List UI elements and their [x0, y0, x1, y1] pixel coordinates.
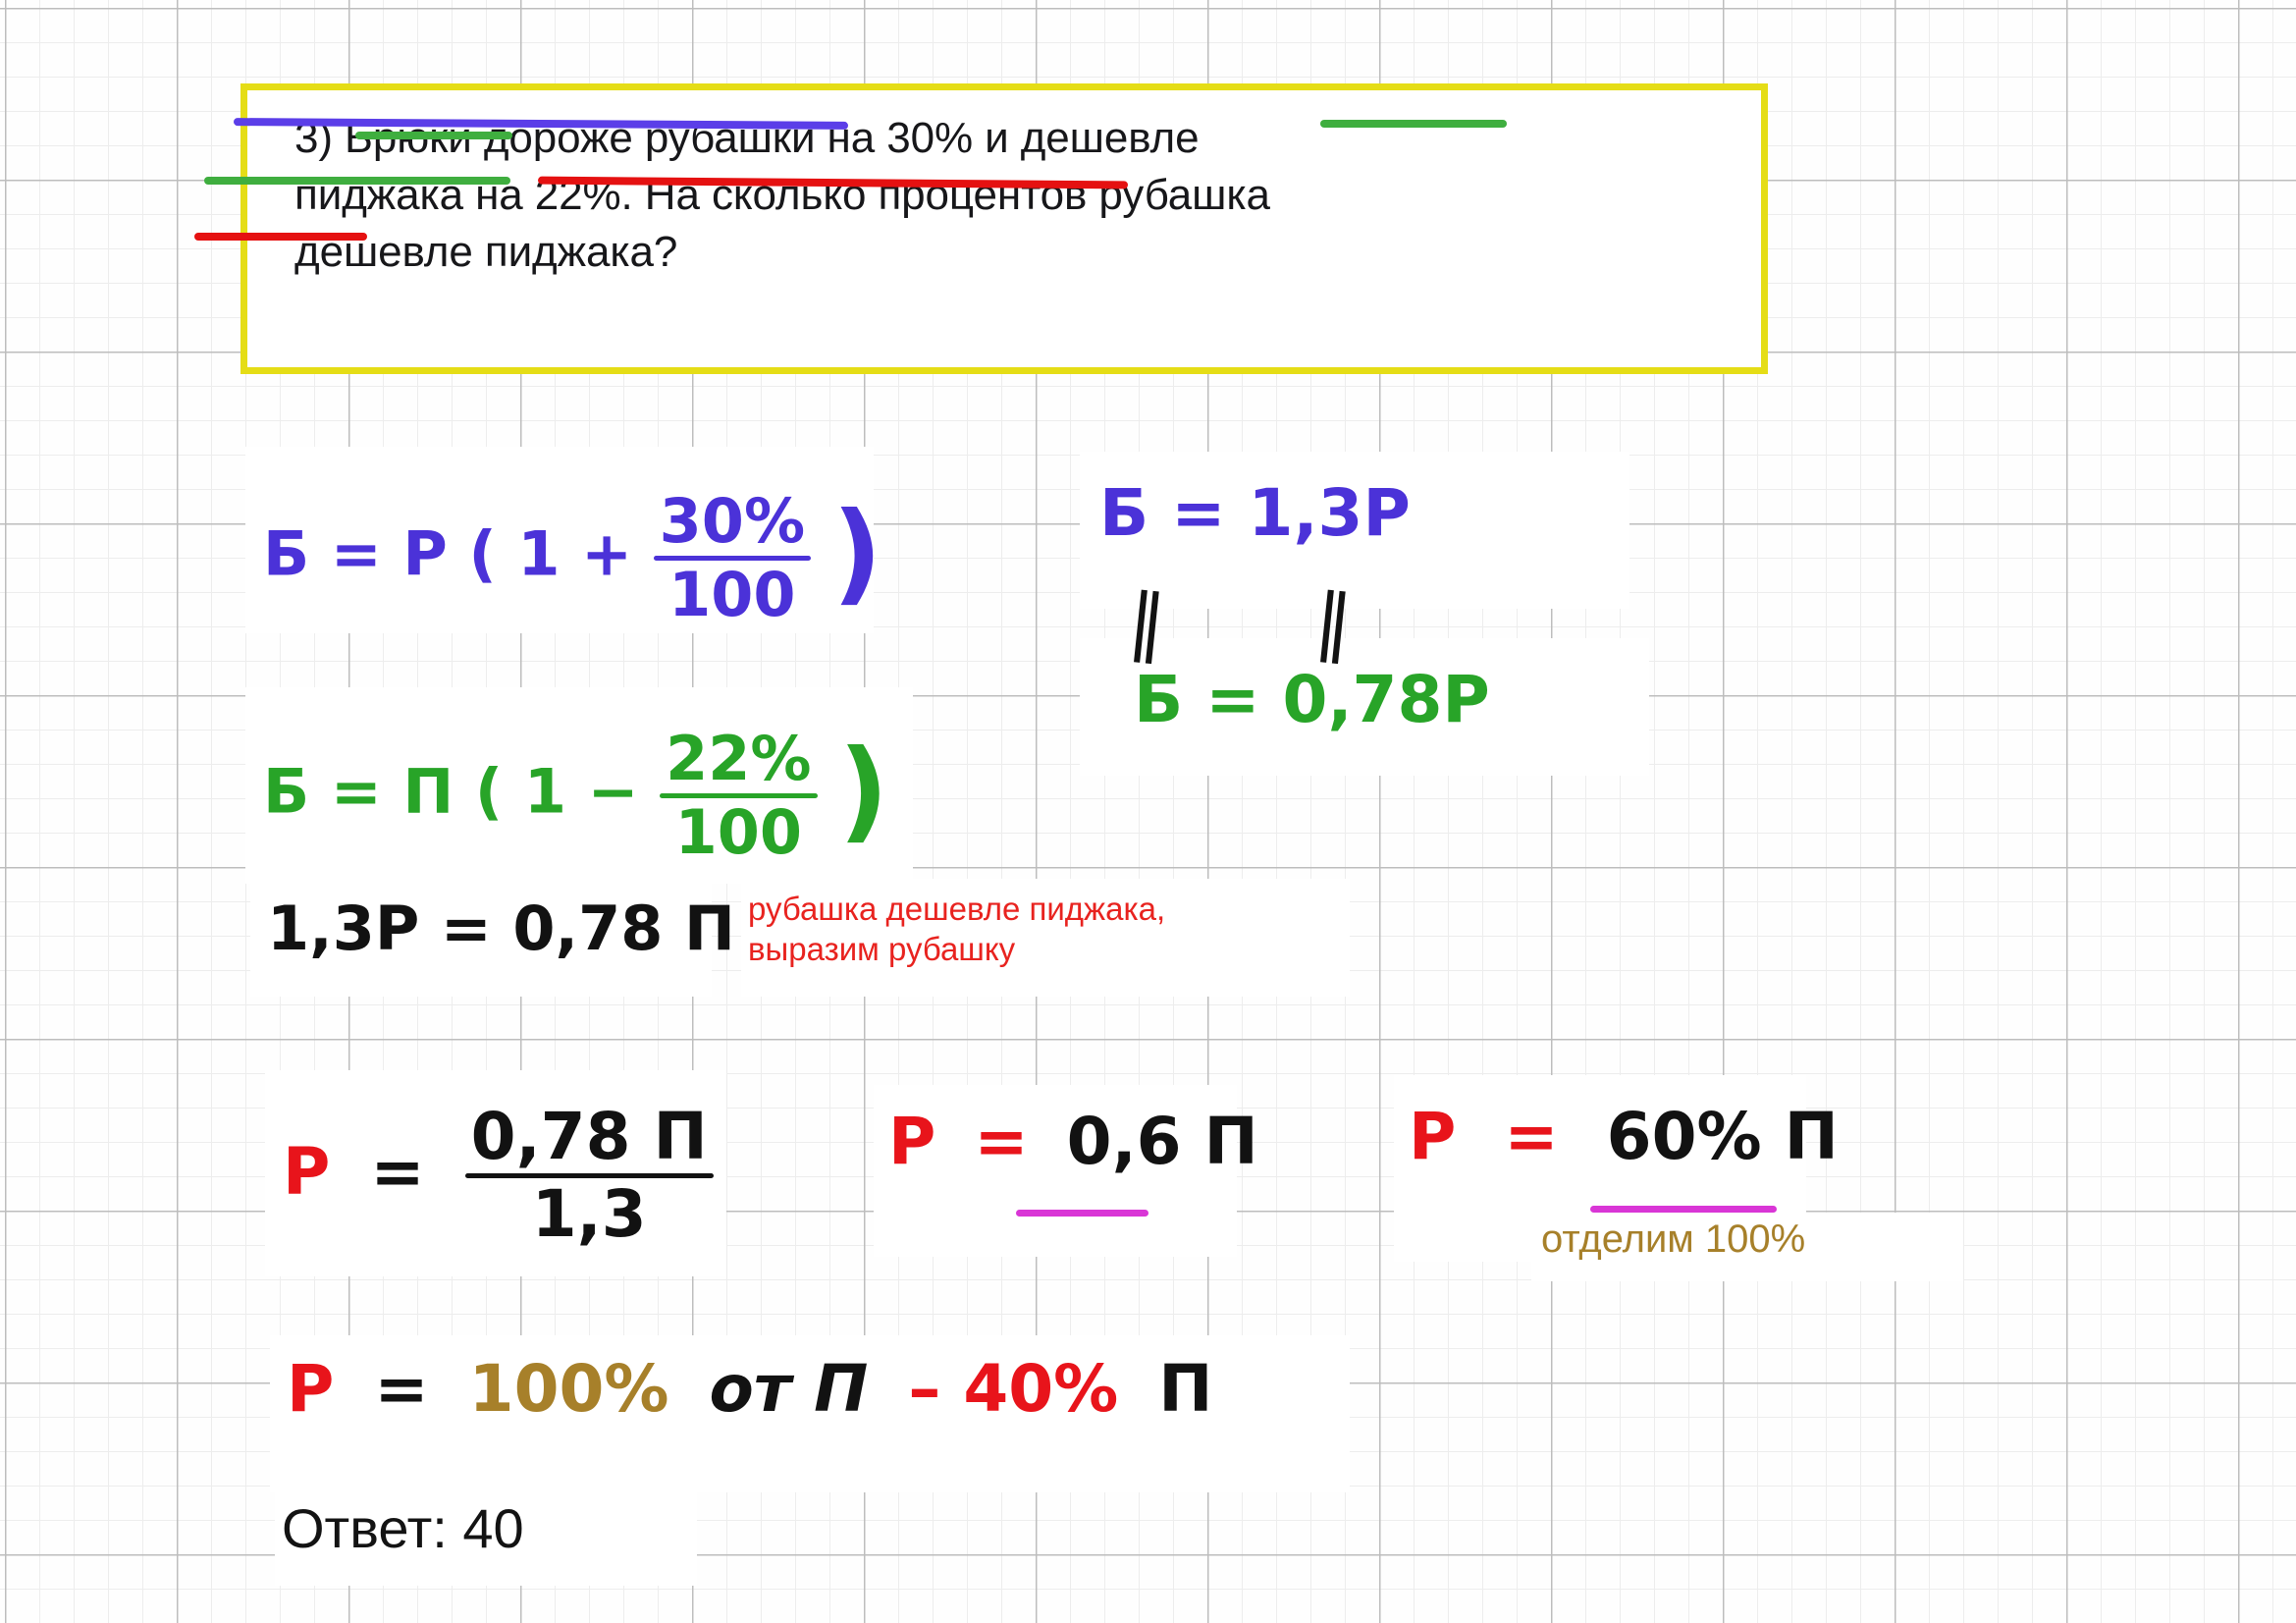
eq9-lhs: Р	[287, 1351, 335, 1427]
eq2-one: 1	[523, 755, 566, 828]
eq2-denominator: 100	[674, 796, 803, 868]
note-otdelim-100: отделим 100%	[1541, 1217, 1806, 1261]
eq1-factor: Р	[402, 517, 448, 590]
eq8-lhs: Р	[1409, 1099, 1457, 1174]
eq2-factor: П	[402, 755, 454, 828]
eq6-fraction: 0,78 П 1,3	[464, 1099, 714, 1252]
answer-line: Ответ: 40	[282, 1497, 524, 1559]
eq9-part-minus40pct: – 40%	[908, 1351, 1119, 1427]
eq2-fraction: 22% 100	[660, 723, 818, 868]
eq7-equals: =	[974, 1104, 1029, 1179]
eq2-open: (	[474, 755, 504, 828]
eq2-lhs: Б	[263, 755, 310, 828]
underline-60pct-magenta	[1590, 1206, 1777, 1213]
problem-line-3: дешевле пиджака?	[294, 228, 678, 276]
eq1-lhs: Б	[263, 517, 310, 590]
eq2-equals: =	[330, 755, 382, 828]
eq9-part-p: П	[1158, 1351, 1213, 1427]
eq6-numerator: 0,78 П	[470, 1099, 708, 1174]
underline-06-magenta	[1016, 1210, 1148, 1217]
eq7-lhs: Р	[888, 1104, 936, 1179]
problem-line-2: пиджака на 22%. На сколько процентов руб…	[294, 171, 1270, 219]
equation-5: 1,3Р = 0,78 П	[267, 893, 735, 964]
eq6-lhs: Р	[283, 1133, 331, 1210]
underline-deshevle-red	[194, 233, 367, 241]
eq2-op: −	[587, 755, 639, 828]
eq9-part-ot-p: от П	[709, 1351, 869, 1427]
equation-3-blue: Б = 1,3Р	[1099, 475, 1411, 551]
eq1-op: +	[581, 517, 633, 590]
eq1-close: )	[831, 489, 882, 618]
eq1-numerator: 30%	[659, 485, 806, 557]
equation-9: Р = 100% от П – 40% П	[287, 1357, 1213, 1422]
eq2-numerator: 22%	[666, 723, 812, 794]
equation-2-green: Б = П ( 1 − 22% 100 )	[263, 729, 888, 863]
underline-rubashki-green	[355, 132, 512, 139]
eq2-close: )	[838, 727, 889, 855]
eq7-rhs: 0,6 П	[1066, 1104, 1258, 1179]
eq6-denominator: 1,3	[531, 1176, 647, 1252]
eq8-rhs: 60% П	[1606, 1099, 1839, 1174]
equation-4-green: Б = 0,78Р	[1134, 662, 1490, 737]
eq1-denominator: 100	[668, 559, 796, 630]
equation-8: Р = 60% П	[1409, 1105, 1839, 1169]
eq9-part-100pct: 100%	[468, 1351, 669, 1427]
equation-7: Р = 0,6 П	[888, 1109, 1258, 1174]
eq1-fraction: 30% 100	[653, 485, 812, 630]
eq9-equals: =	[374, 1351, 429, 1427]
underline-deshevle-green	[1320, 120, 1507, 128]
equation-6: Р = 0,78 П 1,3	[283, 1105, 714, 1247]
eq1-open: (	[468, 517, 497, 590]
eq6-equals: =	[370, 1133, 425, 1210]
equation-1-blue: Б = Р ( 1 + 30% 100 )	[263, 491, 882, 625]
eq8-equals: =	[1504, 1099, 1559, 1174]
underline-pidzhaka-green	[204, 177, 510, 185]
eq1-equals: =	[330, 517, 382, 590]
note-rubashka-deshevle: рубашка дешевле пиджака, выразим рубашку	[748, 891, 1166, 967]
eq1-one: 1	[517, 517, 561, 590]
